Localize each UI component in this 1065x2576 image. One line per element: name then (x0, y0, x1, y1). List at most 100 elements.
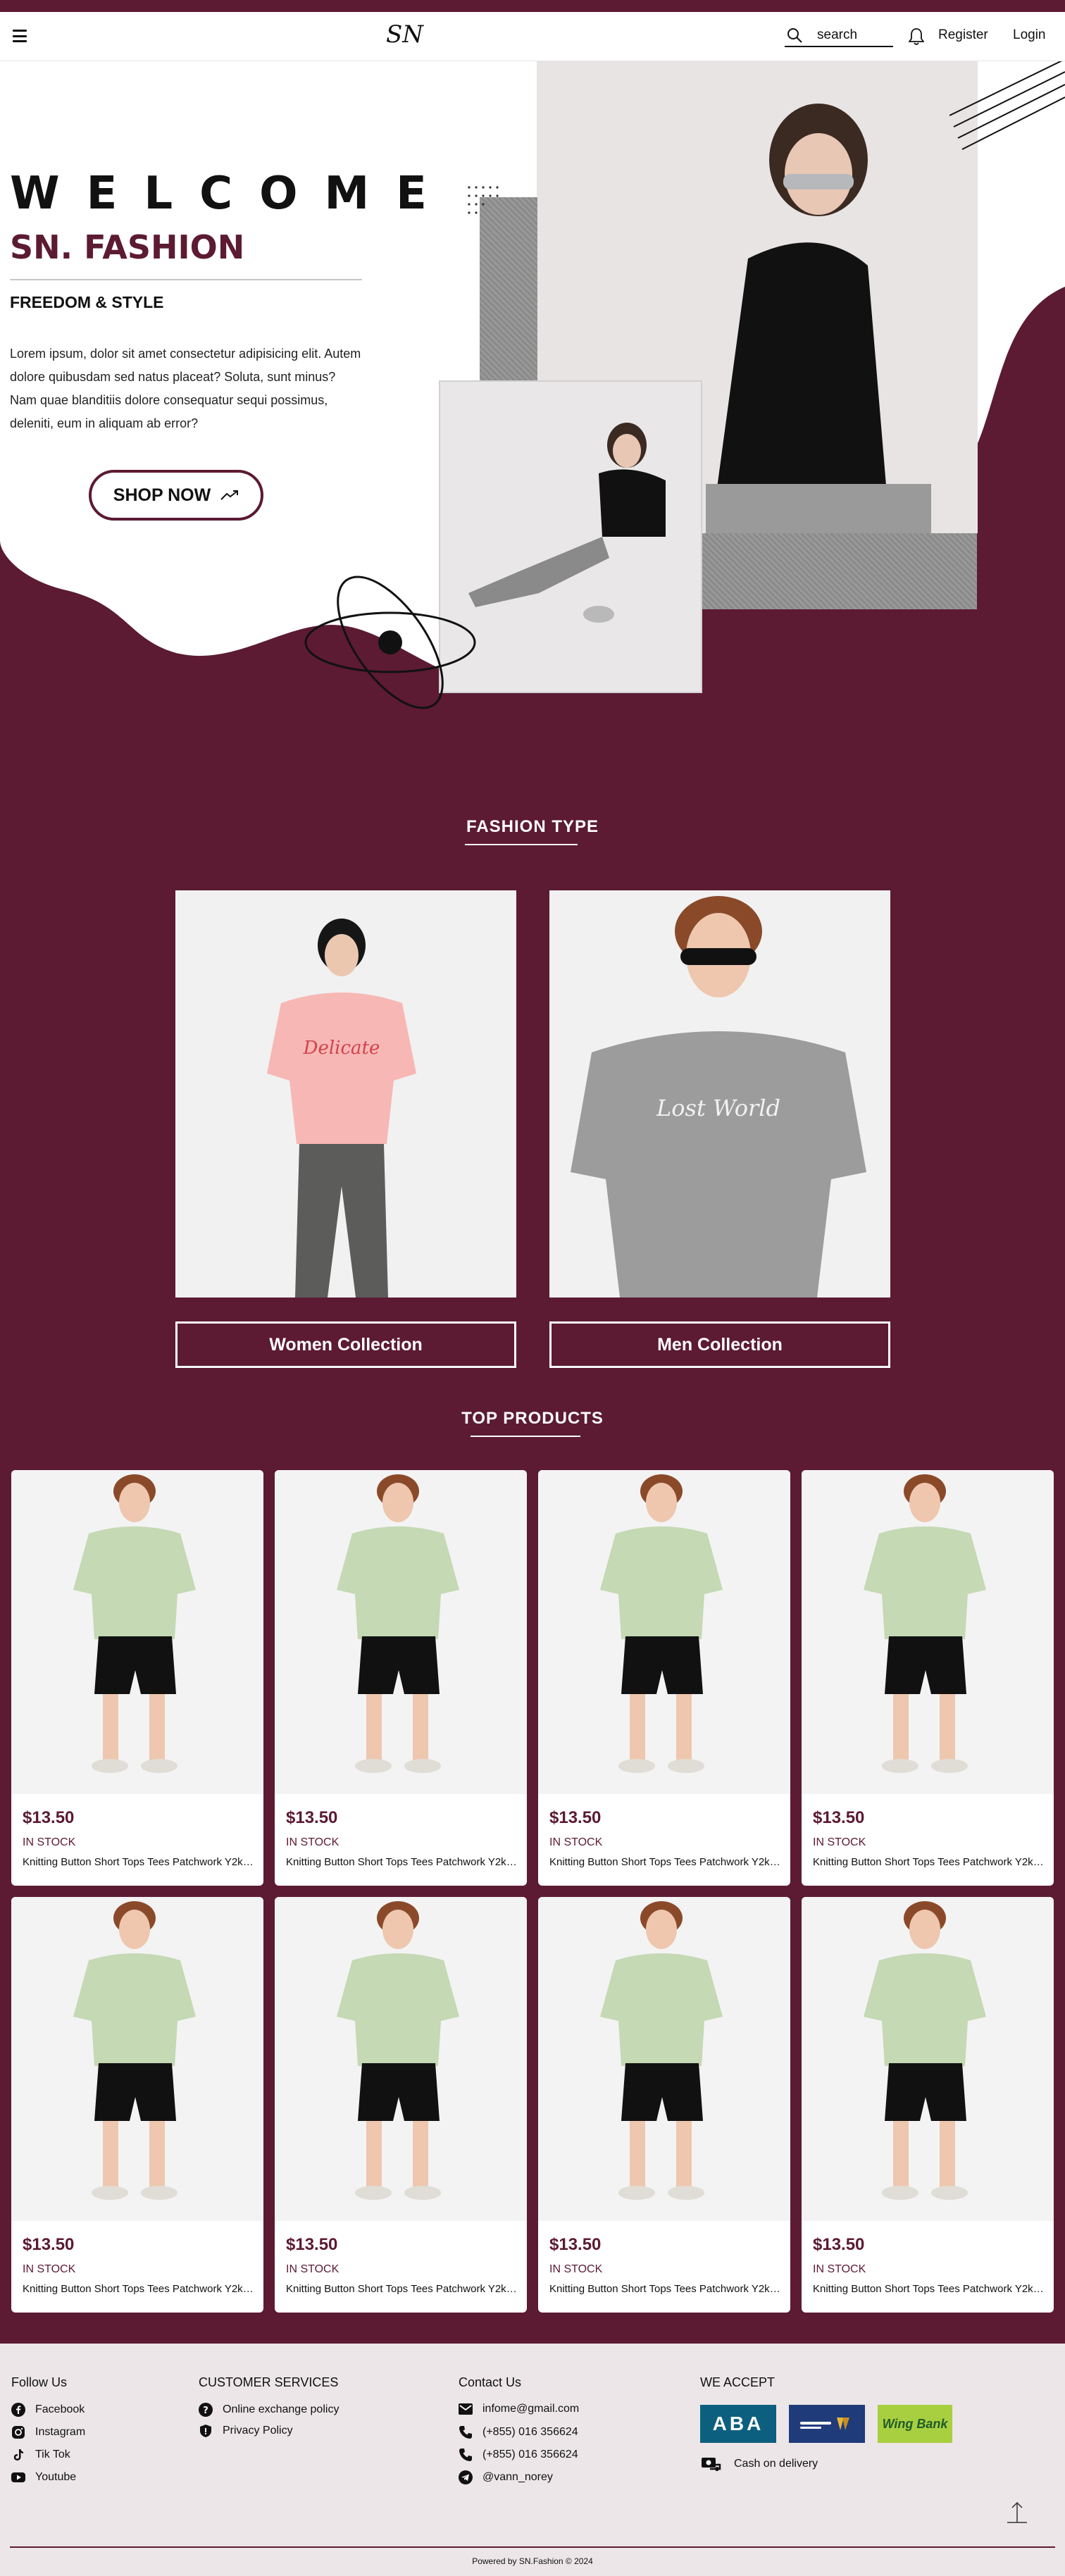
product-image[interactable] (538, 1897, 790, 2221)
brand-divider (10, 279, 362, 280)
powered-by-text: Powered by SN.Fashion © 2024 (472, 2556, 593, 2566)
product-model-figure (538, 1470, 790, 1794)
top-products-title: TOP PRODUCTS (461, 1409, 604, 1428)
product-model-figure (538, 1897, 790, 2221)
hero-sitting-model-image (439, 380, 702, 693)
product-name[interactable]: Knitting Button Short Tops Tees Patchwor… (23, 1856, 255, 1868)
brand-heading: SN. FASHION (10, 228, 245, 266)
question-icon: ? (199, 2403, 213, 2417)
phone-icon (459, 2449, 472, 2461)
exchange-policy-link[interactable]: ? Online exchange policy (199, 2403, 339, 2417)
product-name[interactable]: Knitting Button Short Tops Tees Patchwor… (23, 2283, 255, 2295)
cash-on-delivery-label: Cash on delivery (734, 2458, 818, 2470)
shop-now-button[interactable]: SHOP NOW (89, 470, 263, 521)
top-strip (0, 0, 1065, 12)
product-name[interactable]: Knitting Button Short Tops Tees Patchwor… (549, 2283, 782, 2295)
product-model-figure (11, 1470, 263, 1794)
tiktok-icon (13, 2449, 23, 2460)
instagram-icon (12, 2426, 25, 2439)
mail-icon (459, 2403, 473, 2415)
product-image[interactable] (802, 1897, 1054, 2221)
tiktok-link[interactable]: Tik Tok (11, 2448, 70, 2462)
product-card[interactable]: $13.50 IN STOCK Knitting Button Short Tops… (11, 1897, 263, 2313)
product-model-figure (275, 1470, 527, 1794)
product-stock-status: IN STOCK (286, 2263, 340, 2275)
women-shirt-print: Delicate (303, 1038, 380, 1059)
contact-phone-2-label: (+855) 016 356624 (482, 2449, 578, 2460)
men-collection-image[interactable]: Lost World (549, 890, 890, 1298)
women-collection-button[interactable]: Women Collection (175, 1321, 516, 1368)
product-card[interactable]: $13.50 IN STOCK Knitting Button Short Tops… (538, 1897, 790, 2313)
product-model-figure (11, 1897, 263, 2221)
product-name[interactable]: Knitting Button Short Tops Tees Patchwor… (813, 1856, 1045, 1868)
svg-text:?: ? (203, 2406, 208, 2416)
contact-phone[interactable]: (+855) 016 356624 (459, 2425, 578, 2439)
hero-tagline: FREEDOM & STYLE (10, 293, 164, 311)
register-link[interactable]: Register (938, 27, 988, 43)
decor-lines (949, 59, 1065, 150)
footer-divider (10, 2546, 1055, 2548)
search-bar[interactable] (785, 25, 893, 47)
site-logo[interactable]: SN (386, 20, 423, 49)
facebook-link[interactable]: Facebook (11, 2403, 85, 2417)
product-name[interactable]: Knitting Button Short Tops Tees Patchwor… (813, 2283, 1045, 2295)
search-icon (787, 28, 802, 43)
facebook-icon (11, 2403, 25, 2417)
phone-icon (459, 2426, 472, 2439)
product-card[interactable]: $13.50 IN STOCK Knitting Button Short Tops… (275, 1470, 527, 1886)
contact-phone-2[interactable]: (+855) 016 356624 (459, 2448, 578, 2462)
product-image[interactable] (538, 1470, 790, 1794)
product-price: $13.50 (23, 2235, 75, 2254)
shield-icon (200, 2425, 211, 2437)
product-card[interactable]: $13.50 IN STOCK Knitting Button Short Tops… (802, 1470, 1054, 1886)
product-card[interactable]: $13.50 IN STOCK Knitting Button Short Tops… (275, 1897, 527, 2313)
product-image[interactable] (11, 1897, 263, 2221)
product-card[interactable]: $13.50 IN STOCK Knitting Button Short Tops… (11, 1470, 263, 1886)
bell-icon[interactable] (909, 27, 924, 46)
men-collection-button[interactable]: Men Collection (549, 1321, 890, 1368)
product-name[interactable]: Knitting Button Short Tops Tees Patchwor… (286, 2283, 518, 2295)
decor-dots (468, 186, 499, 214)
wing-bank-logo: Wing Bank (878, 2405, 952, 2443)
decor-gray-block (702, 533, 977, 609)
cash-delivery-icon (702, 2458, 721, 2471)
women-model-figure: Delicate (175, 890, 516, 1298)
product-image[interactable] (11, 1470, 263, 1794)
telegram-icon (459, 2470, 473, 2484)
hero-description: Lorem ipsum, dolor sit amet consectetur … (10, 347, 361, 430)
product-stock-status: IN STOCK (549, 1836, 603, 1848)
facebook-label: Facebook (35, 2403, 85, 2415)
product-price: $13.50 (813, 1808, 865, 1827)
menu-icon[interactable] (13, 30, 27, 42)
contact-telegram[interactable]: @vann_norey (459, 2470, 553, 2484)
product-stock-status: IN STOCK (23, 1836, 76, 1848)
product-image[interactable] (275, 1470, 527, 1794)
product-price: $13.50 (549, 1808, 602, 1827)
product-name[interactable]: Knitting Button Short Tops Tees Patchwor… (549, 1856, 782, 1868)
product-stock-status: IN STOCK (813, 2263, 866, 2275)
men-model-figure: Lost World (549, 890, 890, 1298)
acleda-logo (789, 2405, 865, 2443)
search-input[interactable] (817, 27, 888, 43)
decor-gray-block (480, 197, 537, 383)
women-collection-image[interactable]: Delicate (175, 890, 516, 1298)
product-image[interactable] (275, 1897, 527, 2221)
follow-title: Follow Us (11, 2375, 68, 2389)
contact-email[interactable]: infome@gmail.com (459, 2403, 579, 2415)
login-link[interactable]: Login (1013, 27, 1046, 43)
product-stock-status: IN STOCK (23, 2263, 76, 2275)
youtube-link[interactable]: Youtube (11, 2470, 76, 2484)
product-card[interactable]: $13.50 IN STOCK Knitting Button Short Tops… (538, 1470, 790, 1886)
back-to-top-icon[interactable] (1004, 2500, 1030, 2525)
product-card[interactable]: $13.50 IN STOCK Knitting Button Short Tops… (802, 1897, 1054, 2313)
we-accept-title: WE ACCEPT (700, 2375, 776, 2389)
product-image[interactable] (802, 1470, 1054, 1794)
product-name[interactable]: Knitting Button Short Tops Tees Patchwor… (286, 1856, 518, 1868)
aba-logo: ABA (700, 2405, 776, 2443)
youtube-icon (11, 2472, 25, 2482)
product-price: $13.50 (286, 2235, 338, 2254)
privacy-policy-link[interactable]: Privacy Policy (199, 2424, 293, 2438)
instagram-link[interactable]: Instagram (11, 2425, 85, 2439)
orbit-decoration (304, 575, 476, 709)
product-model-figure (802, 1897, 1054, 2221)
